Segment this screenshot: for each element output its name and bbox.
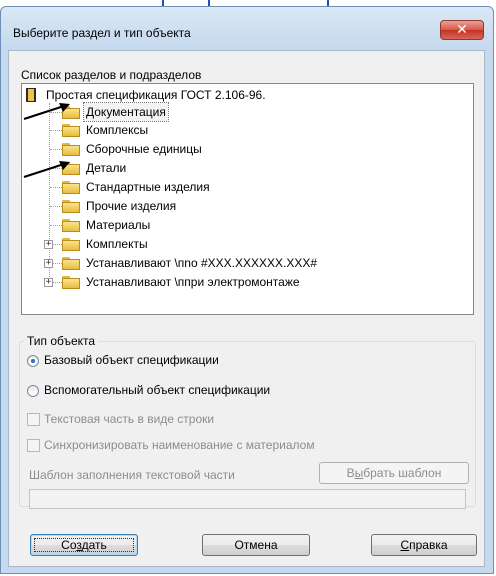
tree-item-label: Детали — [86, 161, 127, 175]
tree-connector — [50, 149, 62, 150]
button-text: В — [346, 466, 355, 480]
dialog-title: Выберите раздел и тип объекта — [13, 26, 191, 40]
annotation-arrow — [23, 103, 70, 121]
choose-template-button[interactable]: Выбрать шаблон — [319, 462, 469, 484]
tree-connector — [50, 225, 62, 226]
template-input[interactable] — [29, 489, 466, 509]
tree-item[interactable]: Документация — [22, 102, 462, 122]
tree-root-label: Простая спецификация ГОСТ 2.106-96. — [46, 88, 266, 102]
button-text: брать шаблон — [363, 466, 442, 480]
close-button[interactable]: ✕ — [440, 20, 484, 40]
tree-item[interactable]: Стандартные изделия — [22, 178, 462, 196]
tree-connector — [50, 206, 62, 207]
tree-connector — [53, 263, 62, 264]
tree-item[interactable]: Материалы — [22, 216, 462, 234]
tree-item-label: Документация — [83, 102, 169, 122]
folder-icon — [62, 219, 80, 232]
folder-icon — [62, 238, 80, 251]
template-label: Шаблон заполнения текстовой части — [29, 468, 235, 482]
object-type-group-label: Тип объекта — [24, 334, 99, 348]
tree-connector — [50, 187, 62, 188]
button-text: Отмена — [234, 538, 278, 552]
dialog-client-area: Список разделов и подразделов Простая сп… — [8, 50, 485, 567]
tree-root[interactable]: Простая спецификация ГОСТ 2.106-96. — [22, 86, 462, 104]
folder-icon — [62, 124, 80, 137]
tree-item-label: Комплекты — [86, 237, 148, 251]
tree-item-label: Стандартные изделия — [86, 180, 210, 194]
expand-icon[interactable]: + — [44, 259, 53, 268]
button-text-accelerator: ы — [354, 466, 364, 480]
tree-connector — [53, 244, 62, 245]
folder-icon — [62, 257, 80, 270]
tree-item[interactable]: Комплексы — [22, 121, 462, 139]
sections-list-label: Список разделов и подразделов — [21, 68, 202, 82]
tree-item[interactable]: + Комплекты — [22, 235, 462, 253]
annotation-arrow — [23, 161, 70, 179]
tree-item-label: Устанавливают \пnо #XXX.XXXXXX.XXX# — [86, 256, 318, 270]
button-text-accelerator: С — [400, 538, 410, 552]
dialog-window: Выберите раздел и тип объекта ✕ Список р… — [0, 6, 494, 574]
tree-item-label: Устанавливают \ппри электромонтаже — [86, 275, 300, 289]
tree-connector — [53, 282, 62, 283]
folder-icon — [62, 200, 80, 213]
tree-item-label: Прочие изделия — [86, 199, 177, 213]
sections-tree[interactable]: Простая спецификация ГОСТ 2.106-96. Доку… — [21, 83, 474, 315]
checkbox[interactable] — [27, 439, 40, 452]
create-button[interactable]: Создать — [30, 534, 138, 556]
radio-label: Вспомогательный объект спецификации — [44, 383, 271, 397]
tree-item[interactable]: Прочие изделия — [22, 197, 462, 215]
folder-icon — [62, 181, 80, 194]
folder-icon — [62, 143, 80, 156]
cancel-button[interactable]: Отмена — [202, 534, 310, 556]
tree-item[interactable]: Детали — [22, 159, 462, 177]
tree-item-label: Комплексы — [86, 123, 149, 137]
focus-rect — [34, 538, 134, 552]
expand-icon[interactable]: + — [44, 278, 53, 287]
close-icon: ✕ — [456, 22, 468, 38]
expand-icon[interactable]: + — [44, 240, 53, 249]
radio-button[interactable] — [27, 355, 39, 367]
tree-item[interactable]: + Устанавливают \ппри электромонтаже — [22, 273, 462, 291]
tree-item-label: Материалы — [86, 218, 151, 232]
checkbox-label: Текстовая часть в виде строки — [44, 412, 215, 426]
tree-item-label: Сборочные единицы — [86, 142, 202, 156]
help-button[interactable]: Справка — [371, 534, 477, 556]
checkbox-label: Синхронизировать наименование с материал… — [44, 438, 315, 452]
radio-button[interactable] — [27, 385, 39, 397]
radio-label: Базовый объект спецификации — [44, 353, 219, 367]
tree-item[interactable]: Сборочные единицы — [22, 140, 462, 158]
checkbox[interactable] — [27, 413, 40, 426]
tree-item[interactable]: + Устанавливают \пnо #XXX.XXXXXX.XXX# — [22, 254, 462, 272]
folder-icon — [62, 276, 80, 289]
button-text: правка — [409, 538, 448, 552]
tree-connector — [50, 130, 62, 131]
title-bar[interactable]: Выберите раздел и тип объекта ✕ — [1, 7, 493, 49]
